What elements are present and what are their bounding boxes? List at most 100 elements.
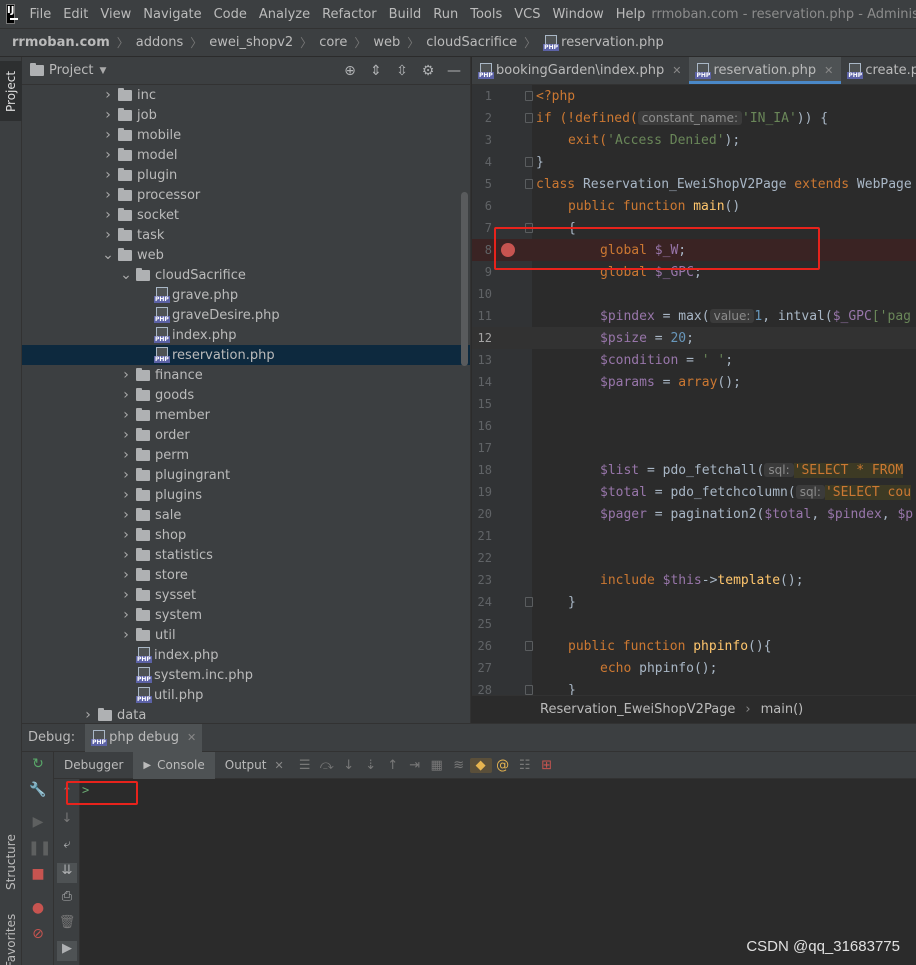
tree-folder[interactable]: › mobile (22, 125, 470, 145)
pause-icon[interactable]: ❚❚ (28, 840, 51, 860)
console-icon[interactable]: ▶ (57, 941, 77, 961)
breadcrumb-item[interactable]: ewei_shopv2 (209, 35, 293, 50)
tree-folder[interactable]: ⌄ cloudSacrifice (22, 265, 470, 285)
chevron-right-icon[interactable]: › (102, 227, 114, 243)
menu-view[interactable]: View (94, 7, 137, 22)
arrow-down-icon[interactable]: ↓ (57, 811, 77, 831)
view-breakpoints-icon[interactable]: ● (28, 900, 48, 920)
menu-analyze[interactable]: Analyze (253, 7, 316, 22)
breadcrumb-item[interactable]: rrmoban.com (12, 35, 110, 50)
menu-window[interactable]: Window (546, 7, 609, 22)
tree-folder[interactable]: › processor (22, 185, 470, 205)
close-icon[interactable]: ✕ (187, 731, 196, 744)
tree-folder[interactable]: › plugins (22, 485, 470, 505)
menu-run[interactable]: Run (427, 7, 464, 22)
mute-breakpoints-icon[interactable]: ⊘ (28, 926, 48, 946)
tree-folder[interactable]: › sysset (22, 585, 470, 605)
menu-code[interactable]: Code (208, 7, 253, 22)
chevron-right-icon[interactable]: › (82, 707, 94, 723)
fold-marker-icon[interactable] (525, 113, 533, 123)
locate-icon[interactable]: ⊕ (342, 63, 358, 79)
chevron-right-icon[interactable]: › (120, 407, 132, 423)
fold-marker-icon[interactable] (525, 597, 533, 607)
fold-marker-icon[interactable] (525, 685, 533, 695)
tab-debugger[interactable]: Debugger (54, 752, 133, 779)
chevron-right-icon[interactable]: › (120, 467, 132, 483)
chevron-right-icon[interactable]: › (102, 187, 114, 203)
chevron-down-icon[interactable]: ▼ (99, 66, 106, 76)
fold-marker-icon[interactable] (525, 91, 533, 101)
trash-icon[interactable]: 🗑 (57, 915, 77, 935)
at-icon[interactable]: @ (492, 758, 514, 773)
fold-marker-icon[interactable] (525, 641, 533, 651)
tree-scrollbar[interactable] (461, 192, 468, 366)
tree-folder[interactable]: › plugin (22, 165, 470, 185)
tree-folder[interactable]: › finance (22, 365, 470, 385)
step-into-icon[interactable]: ↓ (338, 758, 360, 773)
rerun-icon[interactable]: ↻ (28, 756, 48, 776)
chevron-down-icon[interactable]: ⌄ (120, 267, 132, 283)
tree-folder[interactable]: › socket (22, 205, 470, 225)
breadcrumb-item[interactable]: web (373, 35, 400, 50)
tab-booking-garden-index[interactable]: bookingGarden\index.php ✕ (472, 57, 689, 84)
project-view-selector[interactable]: Project (49, 63, 93, 78)
menu-refactor[interactable]: Refactor (316, 7, 383, 22)
chevron-down-icon[interactable]: ⌄ (102, 247, 114, 263)
stop-icon[interactable]: ■ (28, 866, 48, 886)
add-watch-icon[interactable]: ⊞ (536, 758, 558, 773)
tree-folder[interactable]: › system (22, 605, 470, 625)
chevron-right-icon[interactable]: › (102, 87, 114, 103)
tree-folder[interactable]: › member (22, 405, 470, 425)
tree-file[interactable]: grave.php (22, 285, 470, 305)
menu-edit[interactable]: Edit (57, 7, 94, 22)
scroll-to-end-icon[interactable]: ⇊ (57, 863, 77, 883)
tree-folder[interactable]: › plugingrant (22, 465, 470, 485)
menu-navigate[interactable]: Navigate (137, 7, 207, 22)
menu-vcs[interactable]: VCS (508, 7, 546, 22)
tree-folder[interactable]: › order (22, 425, 470, 445)
code-view[interactable]: 1 <?php 2 if (!defined(constant_name: 'IN… (472, 85, 916, 695)
chevron-right-icon[interactable]: › (120, 447, 132, 463)
chevron-right-icon[interactable]: › (120, 607, 132, 623)
menu-help[interactable]: Help (610, 7, 652, 22)
collapse-all-icon[interactable]: ⇳ (394, 63, 410, 79)
menu-file[interactable]: File (23, 7, 57, 22)
breadcrumb-class[interactable]: Reservation_EweiShopV2Page (540, 702, 735, 717)
chevron-right-icon[interactable]: › (120, 387, 132, 403)
menu-build[interactable]: Build (383, 7, 428, 22)
break-at-first-line-icon[interactable]: ◆ (469, 757, 492, 773)
tree-folder[interactable]: › perm (22, 445, 470, 465)
chevron-right-icon[interactable]: › (120, 567, 132, 583)
close-icon[interactable]: ✕ (672, 64, 681, 77)
close-icon[interactable]: ✕ (824, 64, 833, 77)
chevron-right-icon[interactable]: › (120, 487, 132, 503)
tree-folder[interactable]: › store (22, 565, 470, 585)
tree-file[interactable]: index.php (22, 645, 470, 665)
tree-folder[interactable]: › inc (22, 85, 470, 105)
tree-folder[interactable]: › goods (22, 385, 470, 405)
tree-file[interactable]: index.php (22, 325, 470, 345)
evaluate-icon[interactable]: ▦ (426, 758, 448, 773)
tab-output[interactable]: Output ✕ (215, 752, 294, 779)
chevron-right-icon[interactable]: › (120, 507, 132, 523)
breadcrumb-item[interactable]: addons (136, 35, 183, 50)
chevron-right-icon[interactable]: › (120, 587, 132, 603)
menu-icon[interactable]: ☰ (294, 758, 316, 773)
tree-folder[interactable]: › task (22, 225, 470, 245)
breadcrumb-method[interactable]: main() (761, 702, 804, 717)
print-icon[interactable]: ⎙ (57, 889, 77, 909)
chevron-right-icon[interactable]: › (102, 147, 114, 163)
expand-all-icon[interactable]: ⇕ (368, 63, 384, 79)
chevron-right-icon[interactable]: › (102, 107, 114, 123)
tree-folder[interactable]: › data (22, 705, 470, 723)
chevron-right-icon[interactable]: › (120, 367, 132, 383)
tool-window-structure[interactable]: Structure (0, 827, 22, 897)
step-out-icon[interactable]: ↑ (382, 758, 404, 773)
tab-create[interactable]: create.php (841, 57, 916, 84)
tree-folder[interactable]: › model (22, 145, 470, 165)
trace-icon[interactable]: ≋ (448, 758, 470, 773)
menu-tools[interactable]: Tools (464, 7, 508, 22)
run-to-cursor-icon[interactable]: ⇥ (404, 758, 426, 773)
tree-folder[interactable]: › sale (22, 505, 470, 525)
chevron-right-icon[interactable]: › (120, 427, 132, 443)
